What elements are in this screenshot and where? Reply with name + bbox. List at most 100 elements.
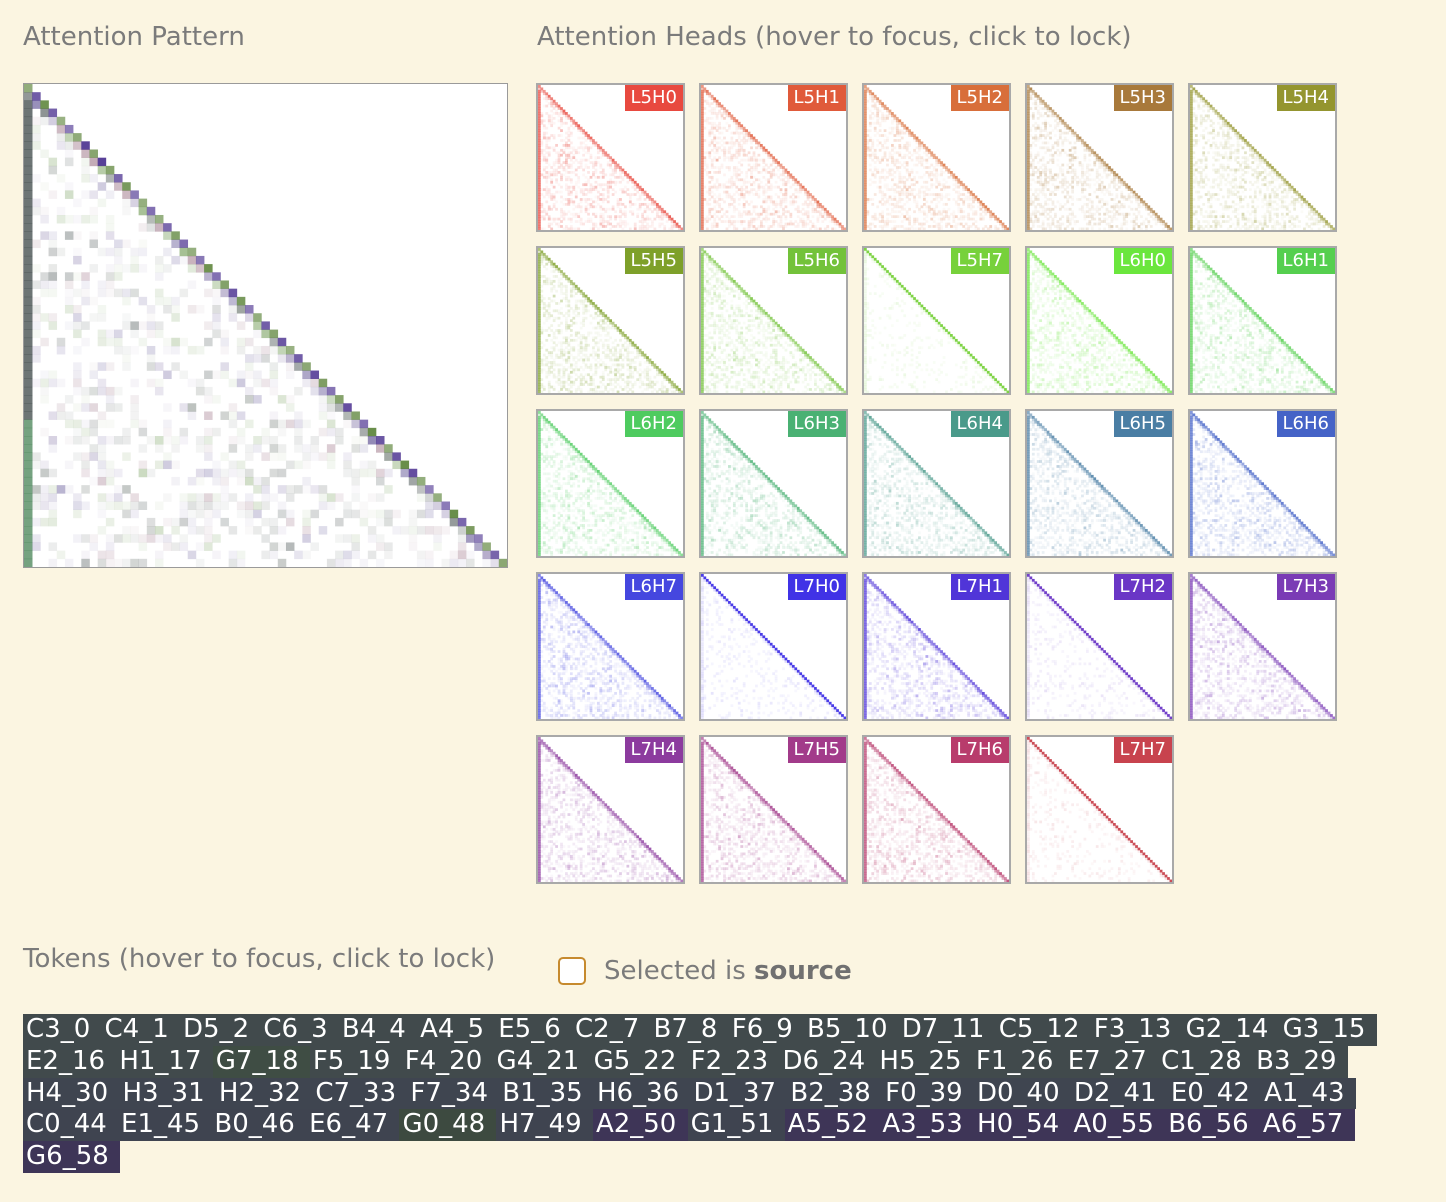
head-l7h1[interactable]: L7H1 [862, 572, 1011, 721]
token[interactable]: H6_36 [594, 1077, 691, 1110]
token[interactable]: A5_52 [784, 1109, 880, 1142]
token[interactable]: G1_51 [687, 1109, 785, 1142]
token[interactable]: D0_40 [973, 1077, 1071, 1110]
token[interactable]: E0_42 [1167, 1077, 1262, 1110]
head-l7h7[interactable]: L7H7 [1025, 735, 1174, 884]
token[interactable]: H3_31 [119, 1077, 216, 1110]
source-checkbox[interactable] [558, 957, 586, 985]
token[interactable]: F7_34 [407, 1077, 500, 1110]
head-l7h0[interactable]: L7H0 [699, 572, 848, 721]
token[interactable]: D5_2 [180, 1014, 261, 1046]
token[interactable]: B2_38 [787, 1077, 883, 1110]
token[interactable]: C0_44 [23, 1109, 119, 1142]
head-l5h0[interactable]: L5H0 [536, 83, 685, 232]
head-label: L7H3 [1276, 574, 1335, 600]
token[interactable]: G2_14 [1182, 1014, 1280, 1046]
head-l6h2[interactable]: L6H2 [536, 409, 685, 558]
head-label: L6H4 [950, 411, 1009, 437]
token[interactable]: A6_57 [1259, 1109, 1355, 1142]
head-label: L5H2 [950, 85, 1009, 111]
token[interactable]: H4_30 [23, 1077, 120, 1110]
token[interactable]: G0_48 [399, 1109, 497, 1142]
token[interactable]: G3_15 [1279, 1014, 1377, 1046]
token[interactable]: G7_18 [212, 1045, 310, 1078]
token[interactable]: H0_54 [974, 1109, 1071, 1142]
head-l6h4[interactable]: L6H4 [862, 409, 1011, 558]
head-l5h2[interactable]: L5H2 [862, 83, 1011, 232]
head-l7h5[interactable]: L7H5 [699, 735, 848, 884]
token[interactable]: D2_41 [1070, 1077, 1168, 1110]
selected-is-source-toggle[interactable]: Selected is source [558, 948, 852, 994]
token[interactable]: B3_29 [1253, 1045, 1348, 1078]
head-l5h1[interactable]: L5H1 [699, 83, 848, 232]
token[interactable]: A4_5 [417, 1014, 496, 1046]
token[interactable]: C6_3 [260, 1014, 339, 1046]
head-l7h2[interactable]: L7H2 [1025, 572, 1174, 721]
token[interactable]: F2_23 [687, 1045, 780, 1078]
token[interactable]: C5_12 [995, 1014, 1091, 1046]
selected-is-prefix: Selected is [604, 956, 754, 986]
head-l6h5[interactable]: L6H5 [1025, 409, 1174, 558]
token[interactable]: H5_25 [876, 1045, 973, 1078]
token[interactable]: A1_43 [1261, 1077, 1356, 1110]
token[interactable]: F1_26 [972, 1045, 1065, 1078]
head-l6h3[interactable]: L6H3 [699, 409, 848, 558]
token[interactable]: E1_45 [118, 1109, 212, 1142]
token[interactable]: E2_16 [23, 1045, 117, 1078]
token[interactable]: D7_11 [898, 1014, 996, 1046]
head-label: L7H1 [950, 574, 1009, 600]
token[interactable]: F0_39 [882, 1077, 974, 1110]
head-l5h5[interactable]: L5H5 [536, 246, 685, 395]
head-l6h0[interactable]: L6H0 [1025, 246, 1174, 395]
token[interactable]: F6_9 [728, 1014, 805, 1046]
head-l7h6[interactable]: L7H6 [862, 735, 1011, 884]
head-label: L6H0 [1113, 248, 1172, 274]
token[interactable]: A3_53 [879, 1109, 975, 1142]
token[interactable]: H7_49 [496, 1109, 593, 1142]
token[interactable]: F3_13 [1090, 1014, 1183, 1046]
token[interactable]: H2_32 [215, 1077, 313, 1110]
head-l6h7[interactable]: L6H7 [536, 572, 685, 721]
head-l5h7[interactable]: L5H7 [862, 246, 1011, 395]
token[interactable]: E5_6 [495, 1014, 573, 1046]
head-l5h6[interactable]: L5H6 [699, 246, 848, 395]
head-label: L6H7 [624, 574, 683, 600]
token[interactable]: B6_56 [1165, 1109, 1260, 1142]
head-l7h4[interactable]: L7H4 [536, 735, 685, 884]
token-list: C3_0 C4_1 D5_2 C6_3 B4_4 A4_5 E5_6 C2_7 … [23, 1014, 1423, 1173]
token[interactable]: B0_46 [211, 1109, 307, 1142]
token[interactable]: C2_7 [572, 1014, 651, 1046]
head-label: L6H6 [1276, 411, 1335, 437]
head-l7h3[interactable]: L7H3 [1188, 572, 1337, 721]
token[interactable]: A0_55 [1070, 1109, 1166, 1142]
token[interactable]: G5_22 [590, 1045, 688, 1078]
token[interactable]: H1_17 [116, 1045, 213, 1078]
token[interactable]: D1_37 [690, 1077, 788, 1110]
head-label: L7H4 [624, 737, 683, 763]
head-label: L7H6 [950, 737, 1009, 763]
attention-pattern-matrix[interactable] [23, 83, 508, 568]
token[interactable]: G4_21 [493, 1045, 591, 1078]
head-label: L5H4 [1276, 85, 1335, 111]
token[interactable]: B7_8 [650, 1014, 729, 1046]
token[interactable]: E6_47 [306, 1109, 400, 1142]
token[interactable]: C3_0 [23, 1014, 102, 1046]
token[interactable]: B5_10 [804, 1014, 899, 1046]
token[interactable]: C4_1 [101, 1014, 181, 1046]
head-l5h3[interactable]: L5H3 [1025, 83, 1174, 232]
token[interactable]: F4_20 [401, 1045, 494, 1078]
token[interactable]: D6_24 [779, 1045, 877, 1078]
token[interactable]: G6_58 [23, 1141, 121, 1173]
token[interactable]: C7_33 [312, 1077, 408, 1110]
token[interactable]: A2_50 [592, 1109, 688, 1142]
token[interactable]: B1_35 [499, 1077, 594, 1110]
source-keyword: source [754, 956, 852, 986]
head-l6h6[interactable]: L6H6 [1188, 409, 1337, 558]
token[interactable]: E7_27 [1064, 1045, 1159, 1078]
token[interactable]: F5_19 [309, 1045, 402, 1078]
token[interactable]: C1_28 [1158, 1045, 1254, 1078]
attention-heads-title: Attention Heads (hover to focus, click t… [537, 22, 1132, 52]
token[interactable]: B4_4 [338, 1014, 418, 1046]
head-l6h1[interactable]: L6H1 [1188, 246, 1337, 395]
head-l5h4[interactable]: L5H4 [1188, 83, 1337, 232]
